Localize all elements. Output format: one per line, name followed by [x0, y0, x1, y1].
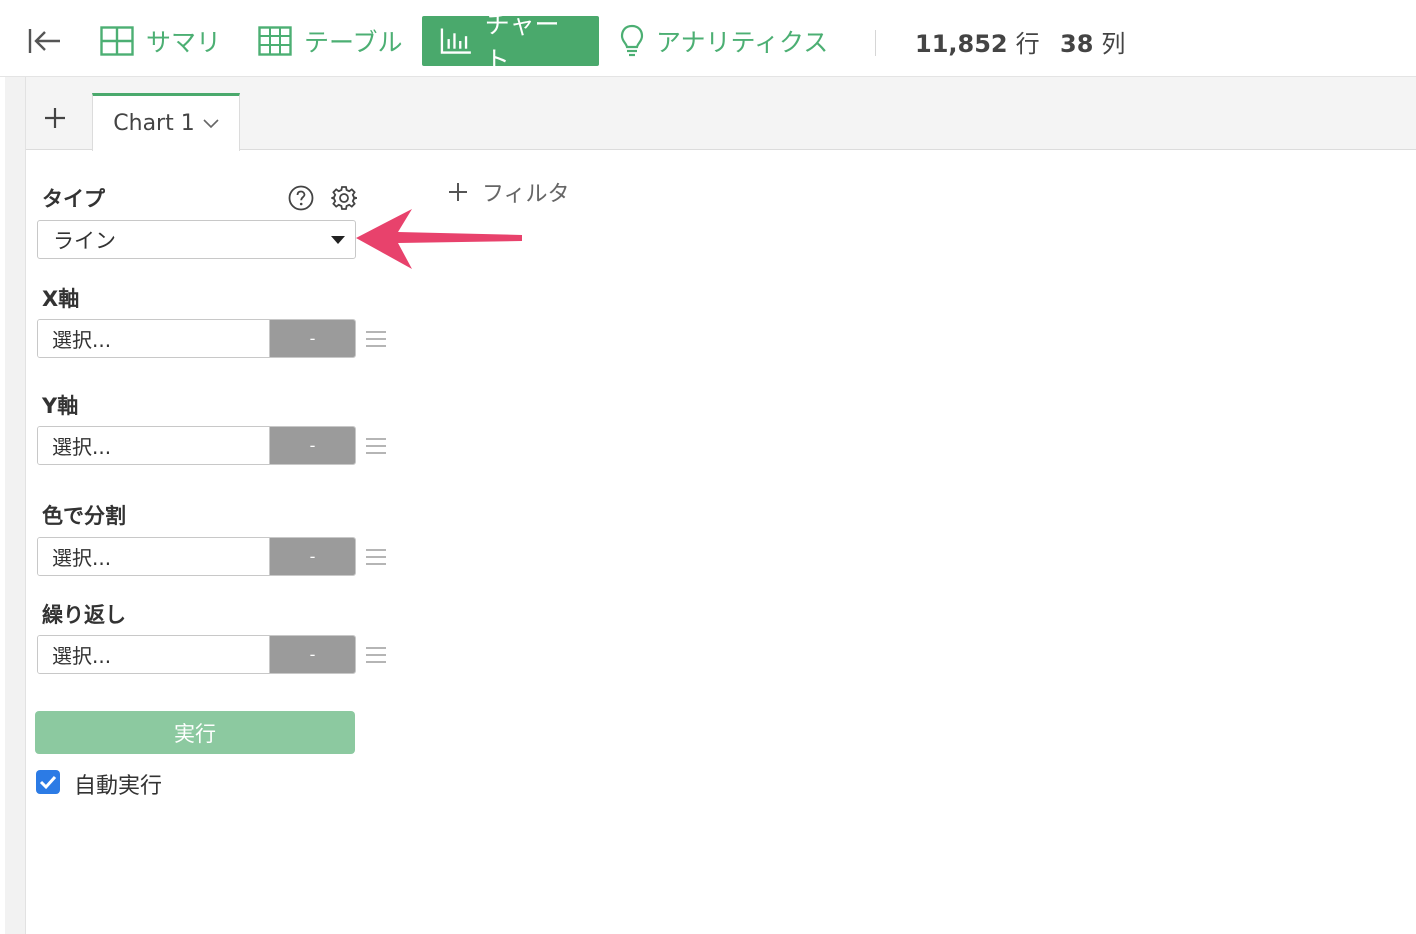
toolbar-divider — [875, 30, 876, 56]
color-split-select[interactable]: 選択... — [38, 538, 270, 575]
y-axis-menu-icon[interactable] — [366, 438, 386, 454]
column-count: 38 列 — [1060, 24, 1125, 59]
color-split-label: 色で分割 — [42, 504, 126, 528]
row-count-value: 11,852 — [915, 30, 1008, 58]
lightbulb-icon — [620, 24, 644, 57]
y-axis-label: Y軸 — [42, 394, 79, 418]
row-count-unit: 行 — [1015, 30, 1040, 58]
nav-chart-label: チャート — [484, 10, 560, 75]
plus-icon — [449, 183, 467, 201]
chart-tab-strip: Chart 1 — [26, 77, 1416, 151]
run-button[interactable]: 実行 — [35, 711, 355, 754]
tab-label: Chart 1 — [113, 111, 195, 136]
nav-analytics[interactable]: アナリティクス — [620, 16, 828, 66]
annotation-arrow-icon — [356, 209, 522, 269]
help-icon[interactable] — [288, 185, 314, 211]
left-gutter-edge — [0, 77, 5, 934]
caret-down-icon — [331, 236, 345, 244]
collapse-left-icon[interactable] — [28, 26, 62, 56]
nav-summary[interactable]: サマリ — [100, 16, 221, 66]
filter-label: フィルタ — [482, 182, 570, 207]
color-split-menu-icon[interactable] — [366, 549, 386, 565]
x-axis-field: 選択... - — [37, 319, 356, 358]
column-count-unit: 列 — [1101, 30, 1126, 58]
nav-analytics-label: アナリティクス — [656, 28, 829, 57]
grid-icon — [100, 26, 134, 56]
repeat-field: 選択... - — [37, 635, 356, 674]
table-icon — [258, 26, 292, 56]
nav-summary-label: サマリ — [146, 28, 222, 57]
type-label: タイプ — [42, 187, 105, 211]
bar-chart-icon — [440, 28, 471, 54]
repeat-menu-icon[interactable] — [366, 647, 386, 663]
nav-chart[interactable]: チャート — [422, 10, 599, 75]
x-axis-label: X軸 — [42, 287, 80, 311]
color-split-agg-button[interactable]: - — [270, 538, 355, 575]
x-axis-select[interactable]: 選択... — [38, 320, 270, 357]
row-count: 11,852 行 — [915, 24, 1040, 59]
nav-table[interactable]: テーブル — [258, 16, 403, 66]
tab-chart-1[interactable]: Chart 1 — [92, 93, 240, 151]
top-toolbar: サマリ テーブル チャート アナリティクス 11,852 行 38 列 — [0, 0, 1416, 77]
checkmark-icon — [39, 775, 57, 790]
nav-table-label: テーブル — [304, 28, 403, 57]
y-axis-select[interactable]: 選択... — [38, 427, 270, 464]
add-tab-icon[interactable] — [42, 105, 68, 131]
chevron-down-icon[interactable] — [203, 118, 219, 129]
chart-type-select[interactable]: ライン — [37, 220, 356, 259]
repeat-select[interactable]: 選択... — [38, 636, 270, 673]
column-count-value: 38 — [1060, 30, 1094, 58]
y-axis-agg-button[interactable]: - — [270, 427, 355, 464]
color-split-field: 選択... - — [37, 537, 356, 576]
y-axis-field: 選択... - — [37, 426, 356, 465]
repeat-label: 繰り返し — [42, 603, 126, 627]
x-axis-menu-icon[interactable] — [366, 331, 386, 347]
x-axis-agg-button[interactable]: - — [270, 320, 355, 357]
repeat-agg-button[interactable]: - — [270, 636, 355, 673]
auto-run-label: 自動実行 — [74, 774, 163, 799]
add-filter-button[interactable]: フィルタ — [448, 176, 570, 208]
auto-run-checkbox[interactable] — [36, 770, 60, 794]
chart-type-value: ライン — [53, 228, 116, 253]
